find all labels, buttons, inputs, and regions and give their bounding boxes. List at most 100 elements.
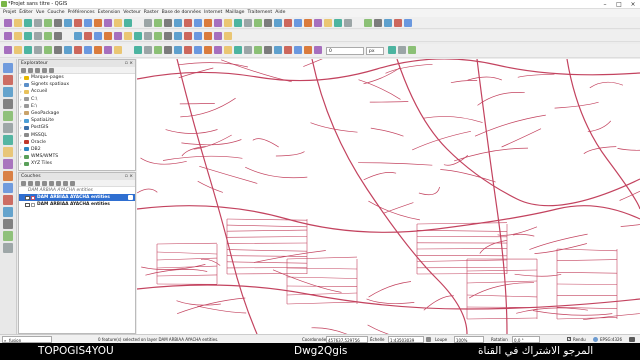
- main-tool-icon[interactable]: [174, 19, 182, 27]
- edit-tool-icon[interactable]: [154, 46, 162, 54]
- parcel-line[interactable]: [286, 292, 358, 296]
- add-wfs-icon[interactable]: [3, 183, 13, 193]
- parcel-line[interactable]: [226, 224, 308, 228]
- edit-tool-icon[interactable]: [84, 46, 92, 54]
- expand-arrow-icon[interactable]: ›: [20, 124, 22, 131]
- edit-tool-icon[interactable]: [134, 46, 142, 54]
- main-tool-icon[interactable]: [224, 19, 232, 27]
- panel-float-close-icon[interactable]: ▫ ×: [125, 173, 133, 180]
- parcel-line[interactable]: [358, 162, 433, 166]
- crs-globe-icon[interactable]: [593, 336, 598, 342]
- expand-arrow-icon[interactable]: ›: [20, 132, 22, 139]
- parcel-line[interactable]: [368, 200, 420, 221]
- edit-tool-icon[interactable]: [54, 46, 62, 54]
- parcel-line[interactable]: [556, 248, 618, 252]
- edit-tool-icon[interactable]: [254, 46, 262, 54]
- menu-item[interactable]: Préférences: [68, 9, 95, 17]
- parcel-line[interactable]: [286, 285, 358, 287]
- browser-item[interactable]: › XYZ Tiles: [19, 160, 135, 167]
- layer-visibility-checkbox[interactable]: [25, 202, 30, 207]
- main-tool-icon[interactable]: [84, 19, 92, 27]
- boundary-line[interactable]: [311, 59, 468, 334]
- edit-tool-icon[interactable]: [284, 46, 292, 54]
- expand-arrow-icon[interactable]: ›: [20, 74, 22, 81]
- main-tool-icon[interactable]: [274, 19, 282, 27]
- parcel-line[interactable]: [286, 276, 358, 279]
- browser-item[interactable]: › DB2: [19, 146, 135, 153]
- digitize-tool-icon[interactable]: [154, 32, 162, 40]
- parcel-line[interactable]: [466, 306, 538, 308]
- collapse-all-icon[interactable]: [63, 181, 68, 186]
- browser-item[interactable]: › E:\: [19, 103, 135, 110]
- digitize-tool-icon[interactable]: [174, 32, 182, 40]
- add-mssql-icon[interactable]: [3, 147, 13, 157]
- new-temporary-layer-icon[interactable]: [3, 243, 13, 253]
- parcel-line[interactable]: [416, 273, 508, 275]
- digitize-tool-icon[interactable]: [184, 32, 192, 40]
- parcel-line[interactable]: [181, 139, 242, 146]
- new-geopackage-layer-icon[interactable]: [3, 219, 13, 229]
- edit-tool-icon[interactable]: [144, 46, 152, 54]
- browser-item[interactable]: › Oracle: [19, 139, 135, 146]
- digitize-tool-icon[interactable]: [204, 32, 212, 40]
- edit-tool-icon[interactable]: [224, 46, 232, 54]
- main-tool-icon[interactable]: [344, 19, 352, 27]
- parcel-line[interactable]: [369, 101, 409, 103]
- edit-tool-icon[interactable]: [304, 46, 312, 54]
- parcel-line[interactable]: [363, 172, 397, 181]
- parcel-line[interactable]: [286, 256, 358, 260]
- main-tool-icon[interactable]: [404, 19, 412, 27]
- main-tool-icon[interactable]: [4, 19, 12, 27]
- parcel-line[interactable]: [245, 166, 308, 179]
- parcel-line[interactable]: [286, 267, 358, 270]
- parcel-line[interactable]: [156, 274, 218, 277]
- parcel-line[interactable]: [226, 255, 308, 257]
- main-tool-icon[interactable]: [104, 19, 112, 27]
- digitize-tool-icon[interactable]: [24, 32, 32, 40]
- main-tool-icon[interactable]: [124, 19, 132, 27]
- parcel-line[interactable]: [466, 294, 538, 298]
- filter-icon[interactable]: [28, 68, 33, 73]
- digitize-tool-icon[interactable]: [214, 32, 222, 40]
- edit-tool-icon[interactable]: [184, 46, 192, 54]
- menu-item[interactable]: Vue: [36, 9, 45, 17]
- scale-combobox[interactable]: 1:43503039: [388, 336, 424, 343]
- expand-arrow-icon[interactable]: ›: [20, 139, 22, 146]
- properties-icon[interactable]: [42, 68, 47, 73]
- browser-item[interactable]: › Accueil: [19, 88, 135, 95]
- maximize-button[interactable]: □: [612, 0, 626, 9]
- new-shapefile-layer-icon[interactable]: [3, 231, 13, 241]
- edit-tool-icon[interactable]: [194, 46, 202, 54]
- layer-indicator-icon[interactable]: [128, 195, 133, 200]
- parcel-line[interactable]: [226, 236, 308, 238]
- digitize-tool-icon[interactable]: [34, 32, 42, 40]
- parcel-line[interactable]: [416, 255, 508, 257]
- parcel-line[interactable]: [423, 116, 483, 123]
- digitize-tool-icon[interactable]: [164, 32, 172, 40]
- parcel-line[interactable]: [286, 301, 358, 305]
- snap-tool-icon[interactable]: [398, 46, 406, 54]
- menu-item[interactable]: Aide: [275, 9, 285, 17]
- edit-tool-icon[interactable]: [244, 46, 252, 54]
- digitize-tool-icon[interactable]: [114, 32, 122, 40]
- unit-select[interactable]: px: [366, 47, 384, 55]
- menu-item[interactable]: Internet: [204, 9, 222, 17]
- minimize-button[interactable]: –: [598, 0, 612, 9]
- browser-item[interactable]: › Marque-pages: [19, 74, 135, 81]
- boundary-line[interactable]: [476, 59, 508, 334]
- add-geopackage-icon[interactable]: [3, 111, 13, 121]
- refresh-icon[interactable]: [21, 68, 26, 73]
- menu-item[interactable]: Projet: [3, 9, 16, 17]
- crs-label[interactable]: EPSG:4326: [600, 337, 622, 342]
- edit-tool-icon[interactable]: [94, 46, 102, 54]
- main-tool-icon[interactable]: [264, 19, 272, 27]
- parcel-line[interactable]: [162, 155, 243, 161]
- edit-tool-icon[interactable]: [264, 46, 272, 54]
- layer-item[interactable]: DAM ARBIAA AYACHA entities: [19, 201, 135, 208]
- main-tool-icon[interactable]: [54, 19, 62, 27]
- panel-float-close-icon[interactable]: ▫ ×: [125, 60, 133, 67]
- help-icon[interactable]: [49, 68, 54, 73]
- parcel-line[interactable]: [226, 273, 308, 275]
- main-tool-icon[interactable]: [324, 19, 332, 27]
- parcel-line[interactable]: [620, 221, 640, 227]
